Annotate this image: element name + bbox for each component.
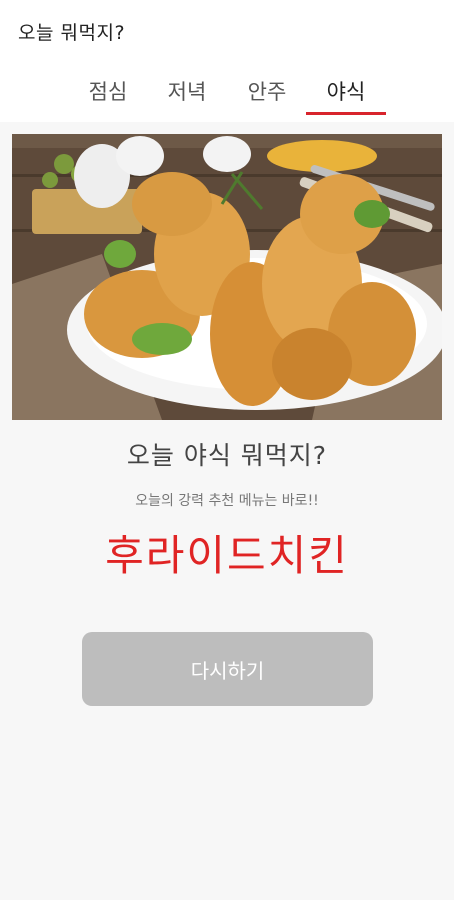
- category-tabs: 점심 저녁 안주 야식: [0, 74, 454, 118]
- tab-snacks-with-drinks[interactable]: 안주: [227, 74, 307, 118]
- tab-dinner[interactable]: 저녁: [147, 74, 227, 118]
- page-headline: 오늘 야식 뭐먹지?: [126, 441, 328, 470]
- food-photo: [12, 134, 442, 420]
- app-header: 오늘 뭐먹지? 점심 저녁 안주 야식: [0, 0, 454, 122]
- recommendation-caption: 오늘의 강력 추천 메뉴는 바로!!: [135, 493, 319, 509]
- retry-button[interactable]: 다시하기: [82, 632, 373, 706]
- active-tab-indicator: [306, 112, 386, 115]
- recommended-menu: 후라이드치킨: [105, 531, 349, 580]
- tab-lunch[interactable]: 점심: [68, 74, 148, 118]
- fried-chicken-photo: [12, 134, 442, 420]
- app-title: 오늘 뭐먹지?: [18, 22, 126, 44]
